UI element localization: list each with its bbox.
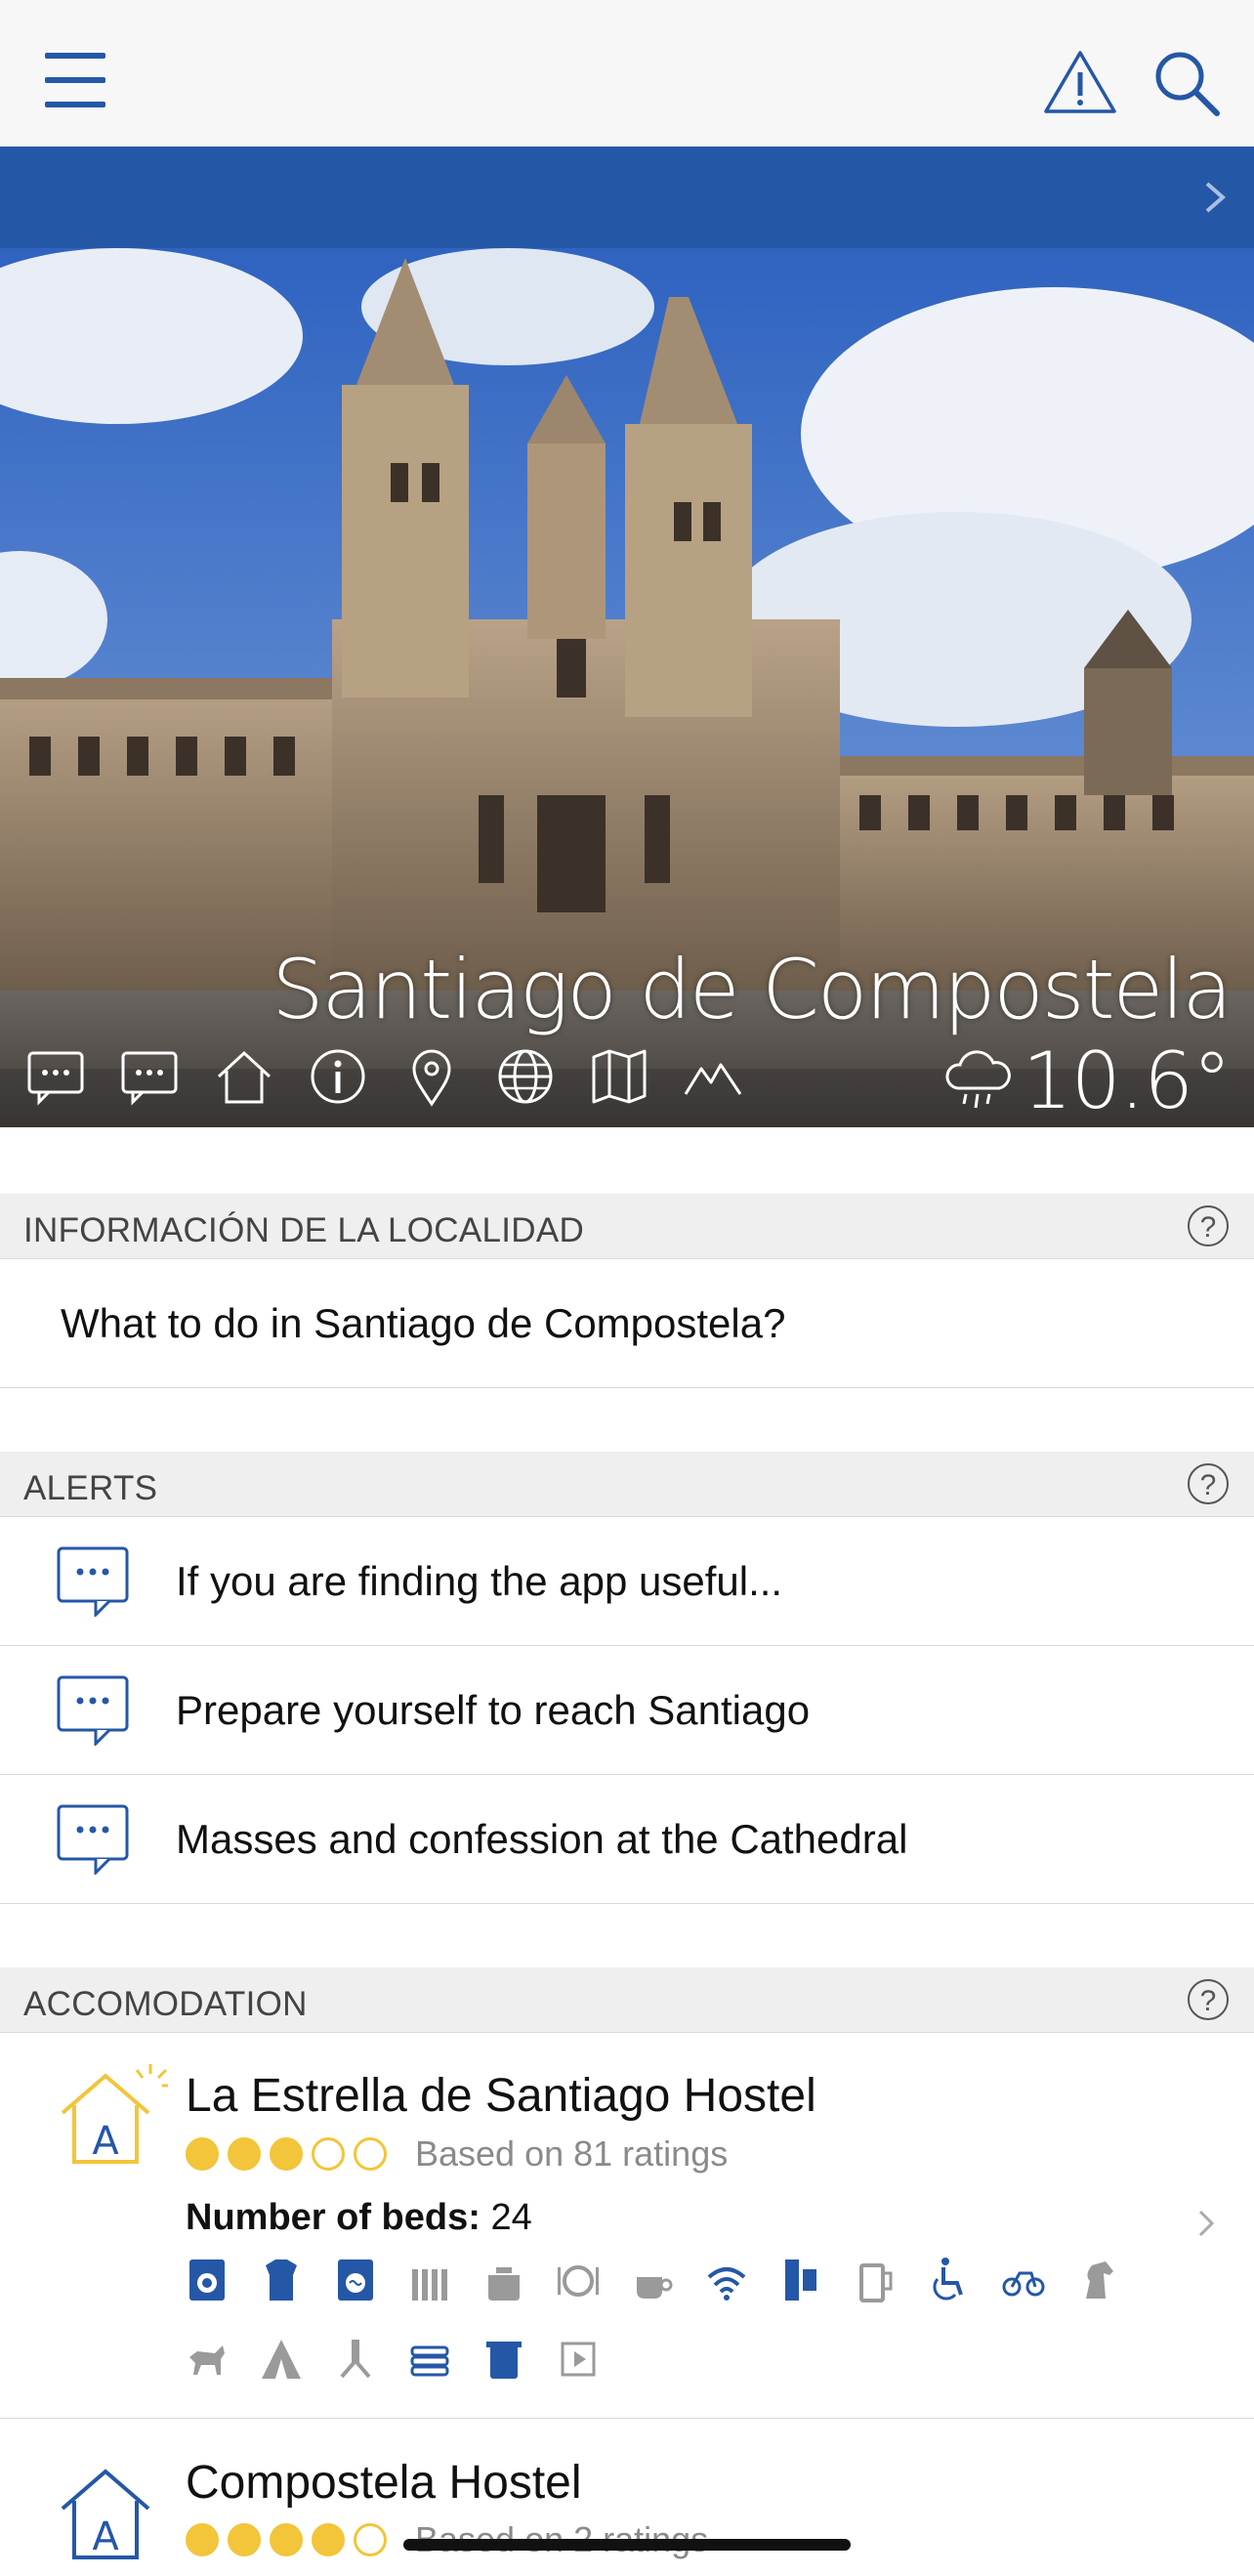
albergue-logo-icon: A: [61, 2064, 168, 2164]
temperature: 10.6°: [1022, 1035, 1232, 1126]
rating-dot-empty: [354, 2137, 387, 2171]
city-icon-toolbar: [25, 1045, 775, 1108]
accommodation-item[interactable]: A Compostela Hostel Based on 2 ratings: [0, 2419, 1254, 2576]
wheelchair-icon: [933, 2258, 963, 2301]
top-navigation-bar: [0, 0, 1254, 147]
message-bubble-icon: [57, 1675, 129, 1746]
city-name: Santiago de Compostela: [272, 942, 1233, 1037]
location-pin-icon[interactable]: [400, 1045, 463, 1108]
chevron-right-icon: [1198, 2210, 1215, 2237]
kitchen-icon: [488, 2267, 520, 2301]
laundry-icon: [266, 2259, 297, 2301]
bicycle-icon: [1002, 2271, 1045, 2297]
alert-label: Masses and confession at the Cathedral: [176, 1816, 908, 1862]
elevation-icon[interactable]: [682, 1045, 744, 1108]
rating-dot-filled: [228, 2523, 261, 2556]
accommodation-name: Compostela Hostel: [186, 2457, 582, 2509]
albergue-logo-icon: A: [61, 2469, 150, 2559]
restaurant-icon: [558, 2265, 599, 2297]
info-icon[interactable]: [307, 1045, 369, 1108]
beds-label: Number of beds:: [186, 2197, 481, 2238]
rating-dot-empty: [312, 2137, 345, 2171]
amenities-list: [186, 2256, 1162, 2412]
message-bubble-icon: [57, 1804, 129, 1875]
alert-item[interactable]: If you are finding the app useful...: [0, 1517, 1254, 1646]
message-bubble-icon: [57, 1546, 129, 1617]
rating-dot-filled: [186, 2523, 219, 2556]
prayer-icon: [340, 2340, 371, 2379]
pets-icon: [189, 2345, 225, 2375]
washing-machine-icon: [189, 2259, 225, 2301]
rating-dot-filled: [312, 2523, 345, 2556]
wifi-icon: [707, 2267, 746, 2301]
accommodation-name: La Estrella de Santiago Hostel: [186, 2070, 816, 2122]
map-icon[interactable]: [588, 1045, 650, 1108]
horse-icon: [1086, 2261, 1113, 2299]
beer-icon: [859, 2263, 893, 2302]
section-title: ACCOMODATION: [23, 1985, 308, 2023]
rating-dot-empty: [354, 2523, 387, 2556]
ratings-count: Based on 81 ratings: [415, 2133, 729, 2174]
home-icon[interactable]: [213, 1045, 275, 1108]
hamburger-menu-icon[interactable]: [45, 53, 105, 107]
towels-icon: [486, 2342, 522, 2379]
bed-linen-icon: [410, 2345, 449, 2377]
accommodation-item[interactable]: A La Estrella de Santiago Hostel Based o…: [0, 2033, 1254, 2419]
section-header-info: INFORMACIÓN DE LA LOCALIDAD ?: [0, 1194, 1254, 1259]
warning-icon[interactable]: [1043, 49, 1117, 115]
coffee-icon: [637, 2277, 673, 2299]
globe-icon[interactable]: [494, 1045, 557, 1108]
rating-dot-filled: [270, 2523, 303, 2556]
rating: Based on 81 ratings: [186, 2133, 728, 2175]
help-icon[interactable]: ?: [1188, 1463, 1229, 1504]
vending-icon: [561, 2342, 596, 2377]
home-indicator[interactable]: [403, 2539, 851, 2551]
list-item-info[interactable]: What to do in Santiago de Compostela?: [0, 1259, 1254, 1388]
svg-text:A: A: [92, 2514, 119, 2559]
svg-text:A: A: [92, 2119, 119, 2164]
dryer-icon: [338, 2259, 373, 2301]
beds-value: 24: [490, 2197, 532, 2238]
lockers-icon: [785, 2259, 816, 2301]
camping-icon: [262, 2340, 301, 2379]
search-icon[interactable]: [1152, 49, 1221, 117]
section-header-alerts: ALERTS ?: [0, 1452, 1254, 1517]
alert-label: If you are finding the app useful...: [176, 1558, 783, 1604]
city-hero-image: Santiago de Compostela 10.6°: [0, 248, 1254, 1127]
list-item-label: What to do in Santiago de Compostela?: [61, 1300, 786, 1346]
alert-item[interactable]: Masses and confession at the Cathedral: [0, 1775, 1254, 1904]
help-icon[interactable]: ?: [1188, 1205, 1229, 1246]
section-title: ALERTS: [23, 1469, 158, 1507]
alerts-icon[interactable]: [25, 1045, 88, 1108]
help-icon[interactable]: ?: [1188, 1979, 1229, 2020]
alert-item[interactable]: Prepare yourself to reach Santiago: [0, 1646, 1254, 1775]
alert-label: Prepare yourself to reach Santiago: [176, 1687, 811, 1733]
rating-dot-filled: [228, 2137, 261, 2171]
weather-widget: 10.6°: [942, 1035, 1232, 1126]
chevron-right-icon: [1205, 182, 1227, 213]
section-title: INFORMACIÓN DE LA LOCALIDAD: [23, 1211, 585, 1249]
beds-info: Number of beds: 24: [186, 2197, 532, 2239]
rating-dot-filled: [186, 2137, 219, 2171]
comments-icon[interactable]: [119, 1045, 182, 1108]
rain-cloud-icon: [945, 1049, 1011, 1108]
rating-dot-filled: [270, 2137, 303, 2171]
section-header-accommodation: ACCOMODATION ?: [0, 1967, 1254, 2033]
banner-bar[interactable]: [0, 147, 1254, 248]
heating-icon: [412, 2269, 447, 2301]
